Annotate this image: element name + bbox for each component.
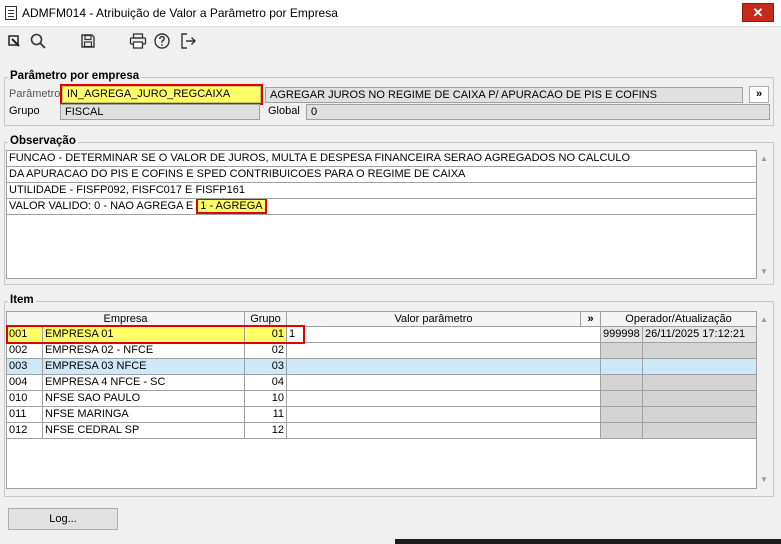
global-field: 0 <box>306 104 770 120</box>
cell-operador: 999998 <box>601 327 643 343</box>
cell-valor-parametro[interactable] <box>287 391 601 407</box>
observacao-line-1: FUNCAO - DETERMINAR SE O VALOR DE JUROS,… <box>7 151 756 167</box>
cell-empresa-code: 010 <box>7 391 43 407</box>
parametro-expand-button[interactable]: » <box>749 86 769 103</box>
parametro-label: Parâmetro <box>9 88 61 100</box>
cell-valor-parametro[interactable] <box>287 359 601 375</box>
taskbar-strip <box>395 539 781 544</box>
observacao-highlight: 1 - AGREGA <box>196 199 267 214</box>
cell-grupo: 12 <box>245 423 287 439</box>
global-label: Global <box>268 105 300 117</box>
cell-empresa-name: NFSE MARINGA <box>43 407 245 423</box>
cell-empresa-name: EMPRESA 03 NFCE <box>43 359 245 375</box>
cell-atualizacao <box>643 423 757 439</box>
table-row[interactable]: 004 EMPRESA 4 NFCE - SC 04 <box>7 375 757 391</box>
cell-grupo: 11 <box>245 407 287 423</box>
cell-atualizacao <box>643 391 757 407</box>
cell-atualizacao <box>643 407 757 423</box>
table-row[interactable]: 012 NFSE CEDRAL SP 12 <box>7 423 757 439</box>
observacao-scrollbar[interactable]: ▲ ▼ <box>757 150 771 279</box>
scroll-up-icon[interactable]: ▲ <box>760 154 768 163</box>
observacao-line-4-prefix: VALOR VALIDO: 0 - NAO AGREGA E <box>9 200 197 212</box>
cell-grupo: 02 <box>245 343 287 359</box>
cell-operador <box>601 359 643 375</box>
cell-operador <box>601 375 643 391</box>
cell-operador <box>601 407 643 423</box>
parametro-description: AGREGAR JUROS NO REGIME DE CAIXA P/ APUR… <box>265 87 743 103</box>
grupo-field: FISCAL <box>60 104 260 120</box>
cell-atualizacao <box>643 343 757 359</box>
observacao-line-4: VALOR VALIDO: 0 - NAO AGREGA E 1 - AGREG… <box>7 199 756 215</box>
log-button[interactable]: Log... <box>8 508 118 530</box>
cell-empresa-code: 003 <box>7 359 43 375</box>
table-row[interactable]: 003 EMPRESA 03 NFCE 03 <box>7 359 757 375</box>
cell-empresa-code: 012 <box>7 423 43 439</box>
parametro-input[interactable]: IN_AGREGA_JURO_REGCAIXA <box>62 86 261 103</box>
row-annotation-box <box>6 325 305 344</box>
cell-empresa-name: EMPRESA 02 - NFCE <box>43 343 245 359</box>
cell-atualizacao: 26/11/2025 17:12:21 <box>643 327 757 343</box>
cell-empresa-code: 002 <box>7 343 43 359</box>
col-header-valor[interactable]: Valor parâmetro <box>287 312 581 327</box>
exit-icon[interactable] <box>178 31 198 51</box>
cell-valor-parametro[interactable] <box>287 407 601 423</box>
help-icon[interactable] <box>152 31 172 51</box>
table-row[interactable]: 011 NFSE MARINGA 11 <box>7 407 757 423</box>
save-icon[interactable] <box>78 31 98 51</box>
observacao-textbox[interactable]: FUNCAO - DETERMINAR SE O VALOR DE JUROS,… <box>6 150 757 279</box>
cell-valor-parametro[interactable] <box>287 423 601 439</box>
cell-grupo: 03 <box>245 359 287 375</box>
print-icon[interactable] <box>128 31 148 51</box>
cell-operador <box>601 423 643 439</box>
close-button[interactable]: ✕ <box>742 3 774 22</box>
app-icon <box>5 6 17 20</box>
grupo-label: Grupo <box>9 105 40 117</box>
table-row[interactable]: 010 NFSE SAO PAULO 10 <box>7 391 757 407</box>
observacao-line-3: UTILIDADE - FISFP092, FISFC017 E FISFP16… <box>7 183 756 199</box>
scroll-down-icon[interactable]: ▼ <box>760 475 768 484</box>
cell-empresa-name: NFSE CEDRAL SP <box>43 423 245 439</box>
observacao-line-2: DA APURACAO DO PIS E COFINS E SPED CONTR… <box>7 167 756 183</box>
cell-empresa-code: 011 <box>7 407 43 423</box>
cell-operador <box>601 343 643 359</box>
scroll-up-icon[interactable]: ▲ <box>760 315 768 324</box>
observacao-legend: Observação <box>8 135 78 147</box>
cell-valor-parametro[interactable] <box>287 375 601 391</box>
search-icon[interactable] <box>28 31 48 51</box>
col-header-expand-button[interactable]: » <box>581 312 601 327</box>
cell-valor-parametro[interactable]: 1 <box>287 327 601 343</box>
cell-operador <box>601 391 643 407</box>
cell-valor-parametro[interactable] <box>287 343 601 359</box>
cell-empresa-name: EMPRESA 4 NFCE - SC <box>43 375 245 391</box>
cell-atualizacao <box>643 359 757 375</box>
cell-empresa-name: NFSE SAO PAULO <box>43 391 245 407</box>
cell-empresa-code: 004 <box>7 375 43 391</box>
toolbar <box>0 27 781 57</box>
cell-grupo: 04 <box>245 375 287 391</box>
item-legend: Item <box>8 294 36 306</box>
parametro-legend: Parâmetro por empresa <box>8 70 142 82</box>
window-title: ADMFM014 - Atribuição de Valor a Parâmet… <box>22 6 338 20</box>
title-bar: ADMFM014 - Atribuição de Valor a Parâmet… <box>0 0 781 27</box>
cell-grupo: 10 <box>245 391 287 407</box>
table-row[interactable]: 002 EMPRESA 02 - NFCE 02 <box>7 343 757 359</box>
scroll-down-icon[interactable]: ▼ <box>760 267 768 276</box>
pin-icon[interactable] <box>4 31 24 51</box>
col-header-operador[interactable]: Operador/Atualização <box>601 312 757 327</box>
cell-atualizacao <box>643 375 757 391</box>
item-scrollbar[interactable]: ▲ ▼ <box>757 311 771 489</box>
